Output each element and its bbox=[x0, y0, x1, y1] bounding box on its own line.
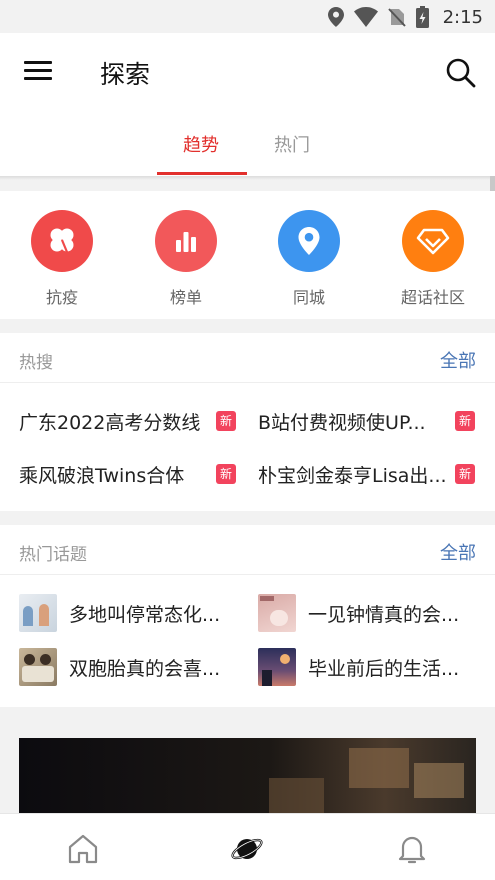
new-badge: 新 bbox=[216, 411, 236, 431]
hot-search-card: 热搜 全部 广东2022高考分数线 新 B站付费视频使UP... 新 乘风破浪T… bbox=[0, 333, 495, 511]
battery-charging-icon bbox=[415, 6, 429, 28]
hot-search-item[interactable]: 广东2022高考分数线 bbox=[19, 408, 200, 435]
category-label: 超话社区 bbox=[400, 288, 465, 307]
topic-item[interactable]: 一见钟情真的会... bbox=[258, 594, 459, 632]
topic-label: 一见钟情真的会... bbox=[308, 603, 460, 626]
wifi-icon bbox=[353, 7, 378, 27]
topic-thumbnail bbox=[19, 594, 57, 632]
bottom-nav bbox=[0, 813, 495, 880]
category-row: 抗疫 榜单 同城 超话社区 bbox=[0, 191, 495, 319]
clover-icon bbox=[31, 210, 93, 272]
view-all-link[interactable]: 全部 bbox=[440, 347, 476, 373]
hot-topics-card: 热门话题 全部 多地叫停常态化... 一见钟情真的会... 双胞胎真的会喜...… bbox=[0, 525, 495, 707]
bar-chart-icon bbox=[155, 210, 217, 272]
category-anti-epidemic[interactable]: 抗疫 bbox=[17, 210, 107, 308]
planet-icon[interactable] bbox=[230, 832, 264, 866]
category-super-topic[interactable]: 超话社区 bbox=[388, 210, 478, 308]
section-title: 热门话题 bbox=[19, 545, 87, 565]
new-badge: 新 bbox=[216, 464, 236, 484]
app-bar: 探索 bbox=[0, 33, 495, 113]
category-label: 抗疫 bbox=[45, 288, 78, 307]
hot-search-item[interactable]: 乘风破浪Twins合体 bbox=[19, 461, 184, 488]
hot-search-item[interactable]: 朴宝剑金泰亨Lisa出... bbox=[258, 461, 447, 488]
new-badge: 新 bbox=[455, 464, 475, 484]
page-title: 探索 bbox=[100, 60, 151, 89]
topic-item[interactable]: 多地叫停常态化... bbox=[19, 594, 220, 632]
bell-icon[interactable] bbox=[395, 832, 429, 866]
location-icon bbox=[327, 7, 344, 27]
tab-shadow bbox=[0, 176, 495, 180]
location-pin-icon bbox=[278, 210, 340, 272]
topic-thumbnail bbox=[19, 648, 57, 686]
status-bar: 2:15 bbox=[0, 0, 495, 33]
topic-thumbnail bbox=[258, 648, 296, 686]
category-rankings[interactable]: 榜单 bbox=[141, 210, 231, 308]
active-tab-indicator bbox=[157, 172, 247, 175]
new-badge: 新 bbox=[455, 411, 475, 431]
no-sim-icon bbox=[387, 8, 406, 27]
hot-search-item[interactable]: B站付费视频使UP... bbox=[258, 408, 426, 435]
category-label: 同城 bbox=[292, 288, 325, 307]
home-icon[interactable] bbox=[66, 832, 100, 866]
diamond-icon bbox=[402, 210, 464, 272]
view-all-link[interactable]: 全部 bbox=[440, 539, 476, 565]
category-label: 榜单 bbox=[169, 288, 202, 307]
promo-banner[interactable] bbox=[19, 738, 476, 818]
topic-thumbnail bbox=[258, 594, 296, 632]
topic-item[interactable]: 双胞胎真的会喜... bbox=[19, 648, 220, 686]
topic-item[interactable]: 毕业前后的生活... bbox=[258, 648, 459, 686]
tab-bar: 趋势 热门 bbox=[0, 113, 495, 176]
tab-hot[interactable]: 热门 bbox=[274, 131, 310, 157]
search-icon[interactable] bbox=[445, 57, 477, 89]
topic-label: 多地叫停常态化... bbox=[69, 603, 221, 626]
menu-icon[interactable] bbox=[24, 61, 52, 83]
section-title: 热搜 bbox=[19, 353, 53, 373]
topic-label: 毕业前后的生活... bbox=[308, 657, 460, 680]
clock: 2:15 bbox=[442, 6, 483, 28]
category-local[interactable]: 同城 bbox=[264, 210, 354, 308]
tab-trend[interactable]: 趋势 bbox=[183, 131, 219, 157]
topic-label: 双胞胎真的会喜... bbox=[69, 657, 221, 680]
